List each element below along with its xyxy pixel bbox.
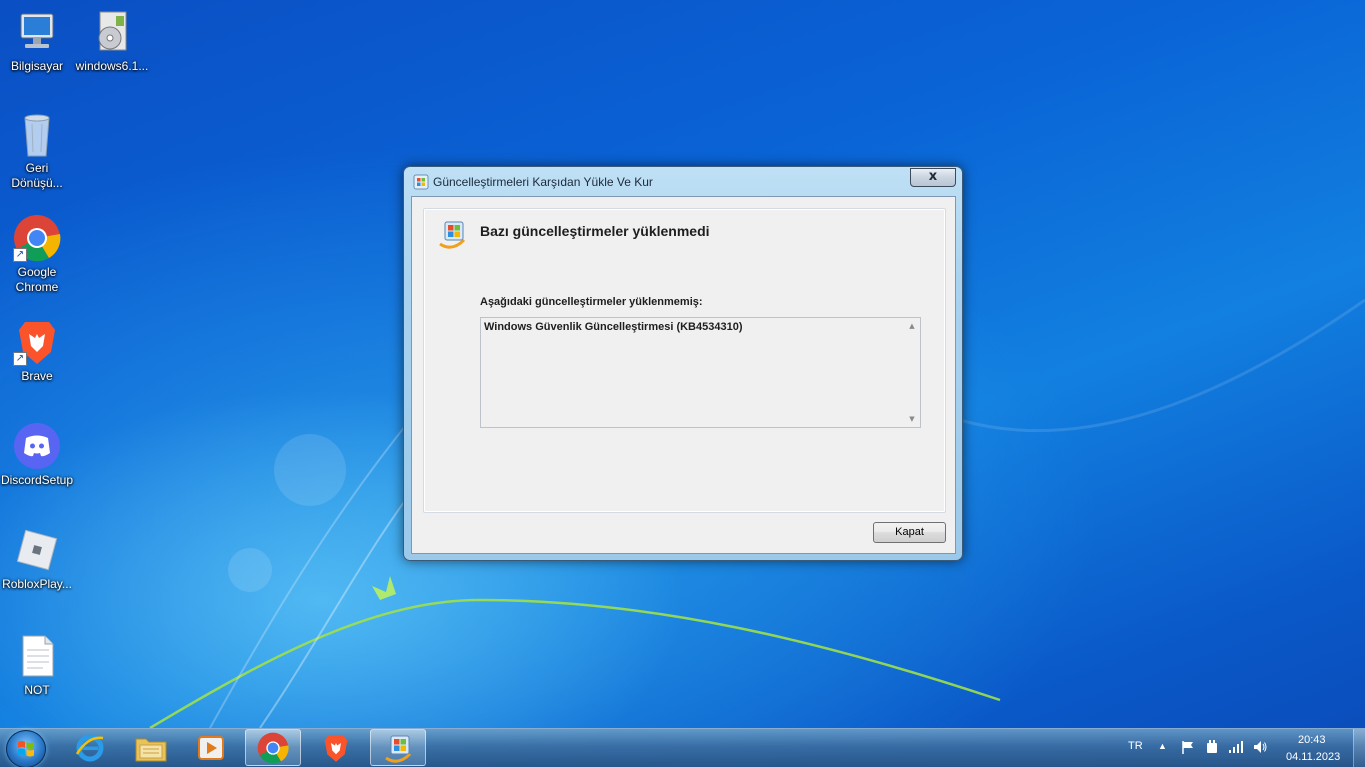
desktop-icon-label: windows6.1... — [75, 59, 149, 73]
windows-update-icon — [436, 218, 468, 250]
recycle-bin-icon — [13, 110, 61, 158]
desktop-icon-label: Google Chrome — [15, 265, 59, 294]
computer-icon — [13, 8, 61, 56]
chrome-icon: ↗ — [13, 214, 61, 262]
discord-icon — [13, 422, 61, 470]
show-desktop-button[interactable] — [1353, 729, 1365, 767]
desktop-icon-brave[interactable]: ↗ Brave — [0, 318, 74, 384]
dialog-title: Güncelleştirmeleri Karşıdan Yükle Ve Kur — [433, 175, 653, 189]
desktop-icon-label: DiscordSetup — [0, 473, 74, 487]
failed-updates-list[interactable]: Windows Güvenlik Güncelleştirmesi (KB453… — [480, 317, 921, 428]
windows-update-icon — [412, 173, 430, 191]
action-center-flag-icon[interactable] — [1180, 739, 1196, 755]
brave-icon: ↗ — [13, 318, 61, 366]
list-scrollbar[interactable]: ▲ ▼ — [904, 318, 920, 427]
scroll-up-arrow-icon[interactable]: ▲ — [904, 318, 920, 334]
shortcut-arrow-icon: ↗ — [13, 248, 27, 262]
desktop-icon-label: NOT — [24, 683, 50, 697]
shortcut-arrow-icon: ↗ — [13, 352, 27, 366]
windows-update-icon — [385, 735, 412, 763]
list-item[interactable]: Windows Güvenlik Güncelleştirmesi (KB453… — [484, 321, 743, 333]
windows-logo-icon — [18, 741, 34, 757]
taskbar-windows-update[interactable] — [370, 729, 426, 766]
desktop-icon-roblox[interactable]: RobloxPlay... — [0, 526, 74, 592]
clock-time[interactable]: 20:43 — [1298, 734, 1326, 746]
text-file-icon — [13, 632, 61, 680]
dialog-heading: Bazı güncelleştirmeler yüklenmedi — [480, 223, 710, 239]
internet-explorer-icon — [75, 734, 104, 761]
network-signal-icon[interactable] — [1228, 739, 1244, 755]
desktop-icon-recycle-bin[interactable]: Geri Dönüşü... — [0, 110, 74, 191]
volume-icon[interactable] — [1252, 739, 1268, 755]
failed-updates-label: Aşağıdaki güncelleştirmeler yüklenmemiş: — [480, 296, 703, 308]
desktop-icon-text-file[interactable]: NOT — [0, 632, 74, 698]
media-player-icon — [198, 735, 224, 760]
brave-icon — [324, 735, 348, 762]
roblox-icon — [13, 526, 61, 574]
desktop-icon-computer[interactable]: Bilgisayar — [0, 8, 74, 74]
taskbar-internet-explorer[interactable] — [62, 729, 118, 766]
taskbar-brave[interactable] — [308, 729, 364, 766]
taskbar-chrome[interactable] — [245, 729, 301, 766]
scroll-down-arrow-icon[interactable]: ▼ — [904, 411, 920, 427]
start-button[interactable] — [6, 730, 46, 767]
desktop-icon-label: Bilgisayar — [10, 59, 64, 73]
language-indicator[interactable]: TR — [1128, 740, 1143, 752]
desktop-icon-chrome[interactable]: ↗ Google Chrome — [0, 214, 74, 295]
dialog-titlebar[interactable]: Güncelleştirmeleri Karşıdan Yükle Ve Kur… — [404, 167, 962, 197]
installer-icon — [88, 8, 136, 56]
show-hidden-icons-icon[interactable]: ▲ — [1158, 741, 1167, 751]
desktop-icon-label: RobloxPlay... — [2, 577, 72, 591]
dialog-client-area: Bazı güncelleştirmeler yüklenmedi Aşağıd… — [411, 196, 956, 554]
file-explorer-icon — [135, 738, 167, 761]
content-panel: Bazı güncelleştirmeler yüklenmedi Aşağıd… — [423, 208, 946, 513]
taskbar-file-explorer[interactable] — [123, 729, 179, 766]
close-button[interactable]: x — [910, 168, 956, 187]
desktop-icon-installer[interactable]: windows6.1... — [75, 8, 149, 74]
clock-date[interactable]: 04.11.2023 — [1286, 751, 1340, 763]
desktop-icon-discord[interactable]: DiscordSetup — [0, 422, 74, 488]
close-dialog-button[interactable]: Kapat — [873, 522, 946, 543]
chrome-icon — [257, 732, 289, 763]
update-dialog: Güncelleştirmeleri Karşıdan Yükle Ve Kur… — [403, 166, 963, 561]
taskbar-media-player[interactable] — [183, 729, 239, 766]
desktop-icon-label: Geri Dönüşü... — [11, 161, 63, 190]
power-plug-icon[interactable] — [1204, 739, 1220, 755]
desktop-icon-label: Brave — [21, 369, 53, 383]
